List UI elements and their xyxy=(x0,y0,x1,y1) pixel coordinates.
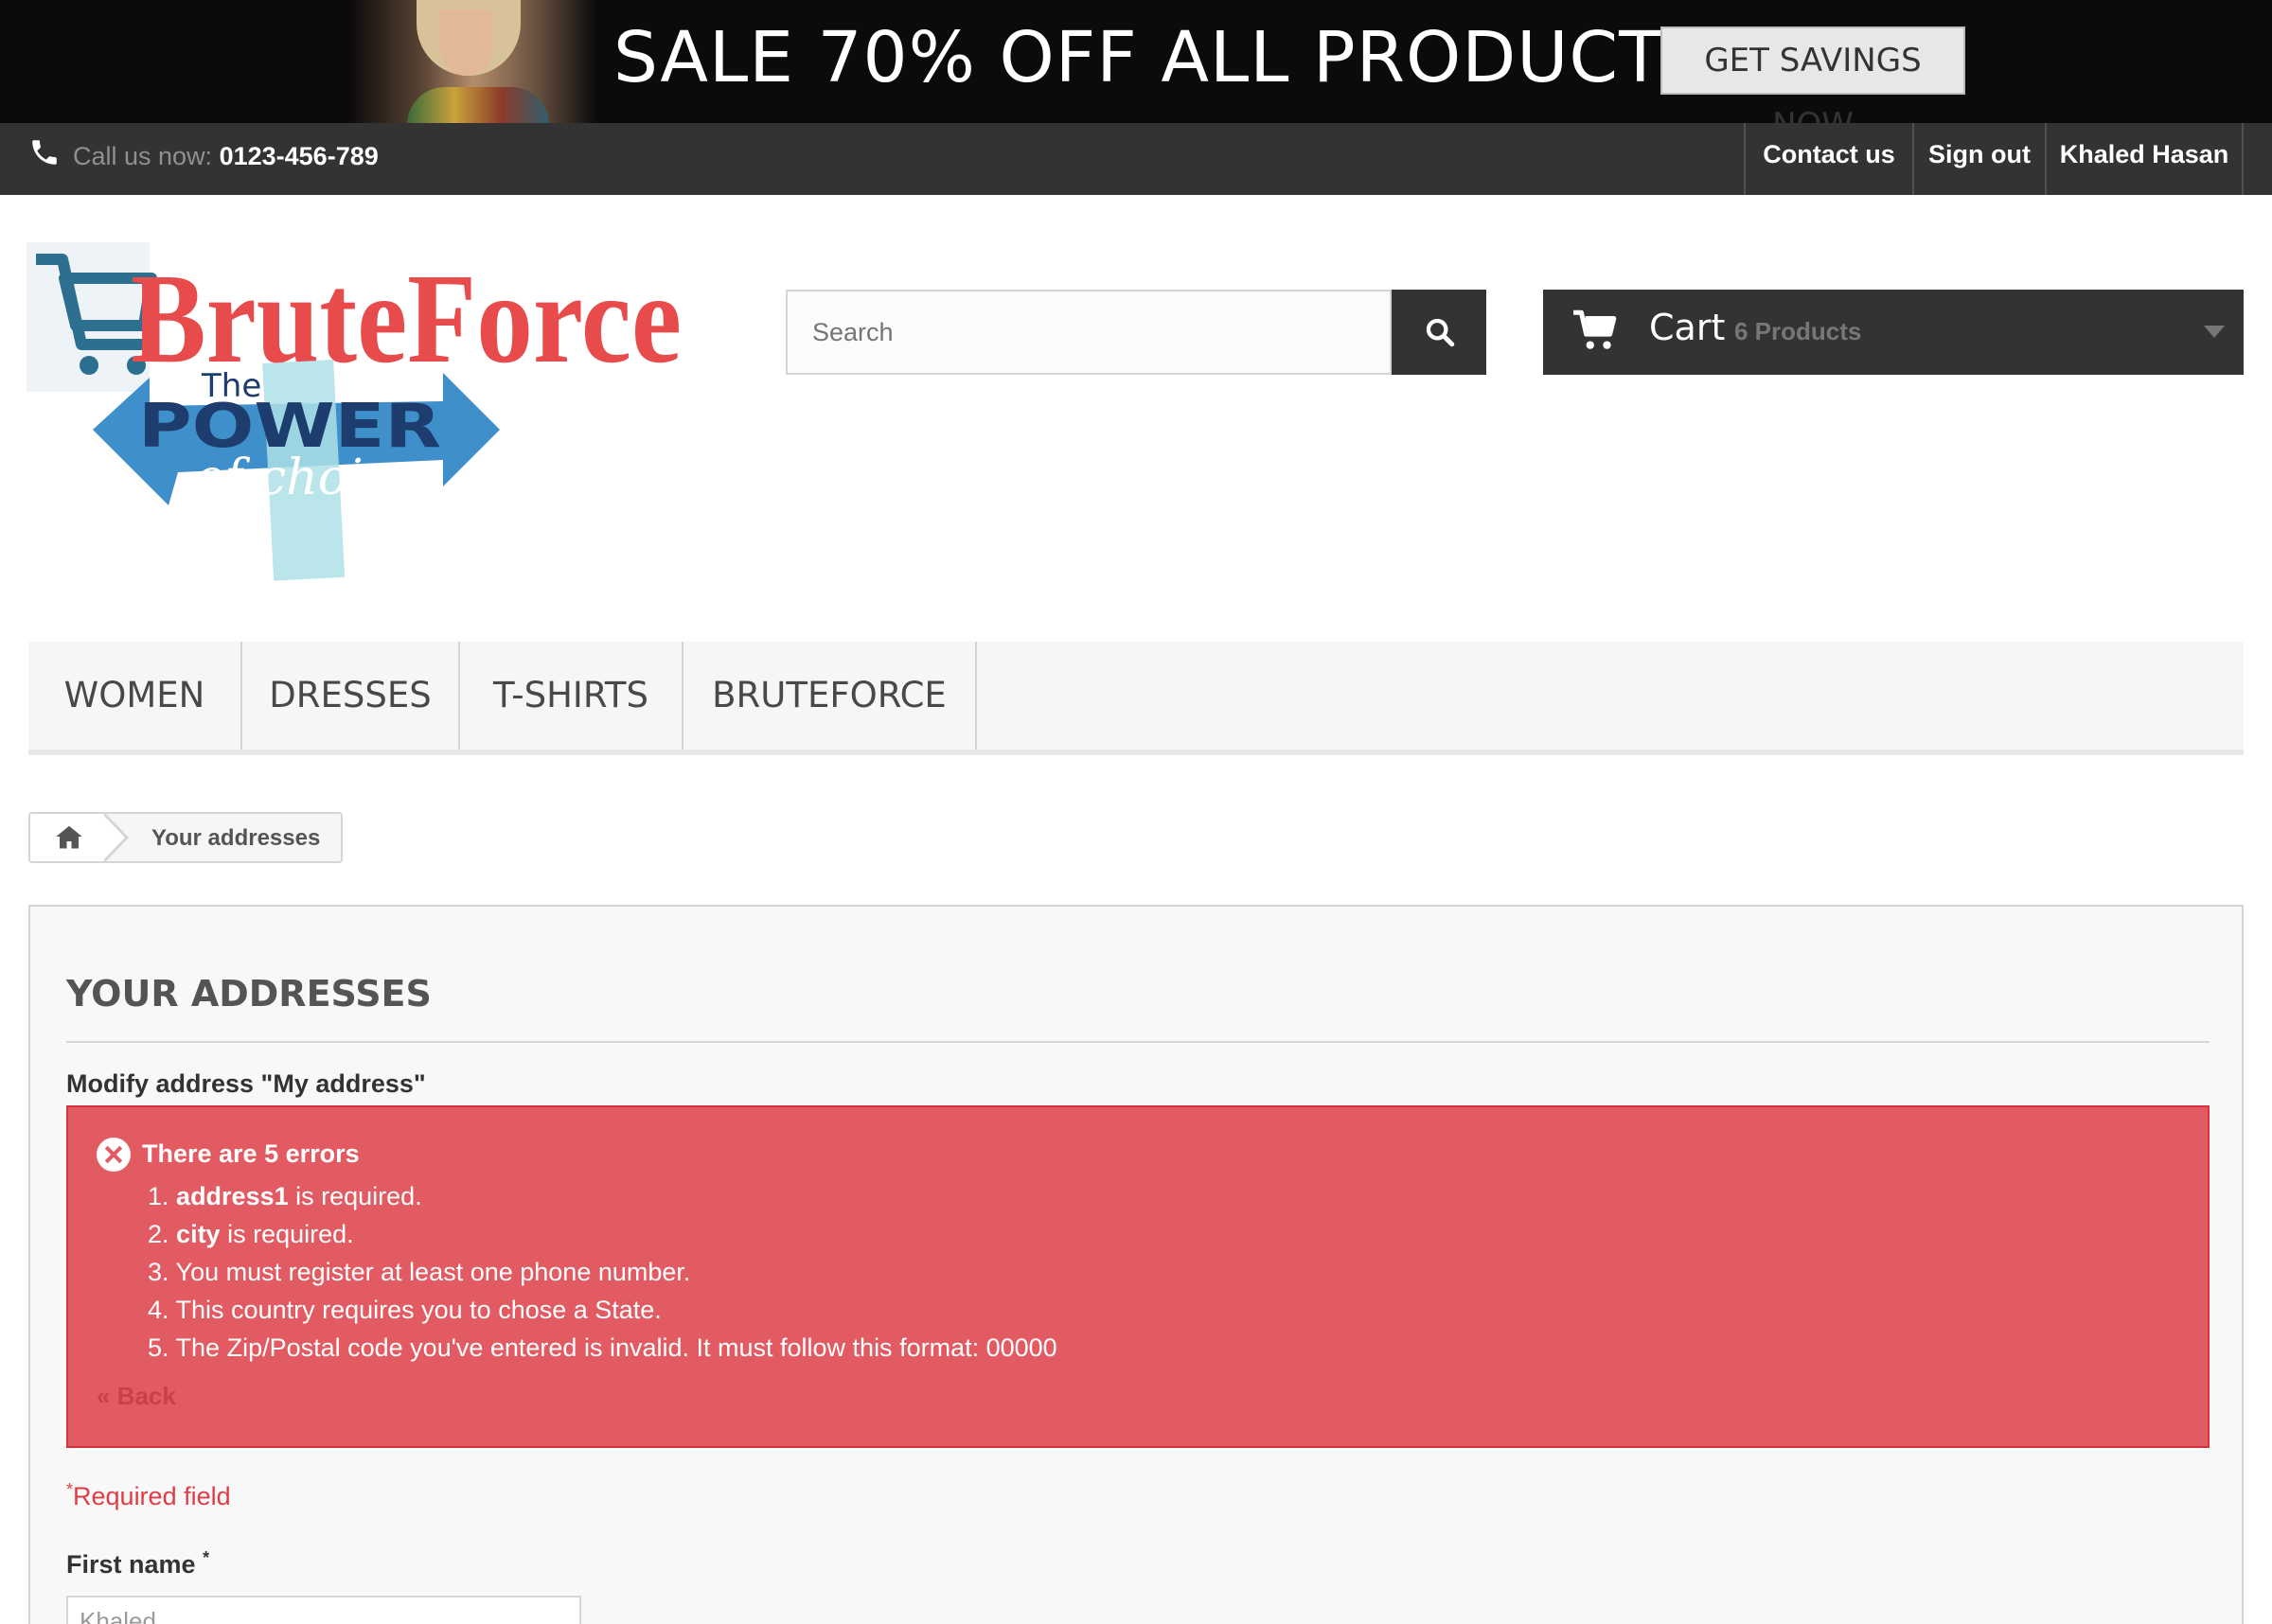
error-circle-icon xyxy=(97,1138,131,1172)
title-divider xyxy=(66,1041,2210,1043)
required-field-note: *Required field xyxy=(66,1480,231,1510)
phone-icon xyxy=(32,140,57,165)
cart-label: Cart xyxy=(1649,307,1726,348)
search-icon xyxy=(1426,318,1455,347)
first-name-label: First name * xyxy=(66,1548,210,1579)
back-link[interactable]: « Back xyxy=(97,1382,176,1411)
sign-out-link[interactable]: Sign out xyxy=(1912,123,2045,195)
first-name-input[interactable]: Khaled xyxy=(66,1596,581,1624)
main-menu: WOMEN DRESSES T-SHIRTS BRUTEFORCE xyxy=(28,642,2244,755)
logo-tagline-choice: of choice xyxy=(195,450,420,506)
banner-title: SALE 70% OFF ALL PRODUCTS xyxy=(613,17,1709,98)
menu-item-bruteforce[interactable]: BRUTEFORCE xyxy=(683,642,977,750)
breadcrumb-current: Your addresses xyxy=(151,825,321,851)
error-item: 3. You must register at least one phone … xyxy=(148,1258,691,1286)
chevron-down-icon[interactable] xyxy=(2204,326,2225,338)
promo-banner[interactable]: SALE 70% OFF ALL PRODUCTS GET SAVINGS NO… xyxy=(0,0,2272,123)
search-input[interactable] xyxy=(786,290,1392,375)
error-heading: There are 5 errors xyxy=(142,1139,360,1168)
error-item: 4. This country requires you to chose a … xyxy=(148,1296,662,1324)
error-item: 1. address1 is required. xyxy=(148,1182,422,1210)
breadcrumb-home[interactable] xyxy=(30,814,106,861)
error-item: 5. The Zip/Postal code you've entered is… xyxy=(148,1333,1057,1362)
modify-address-heading: Modify address "My address" xyxy=(66,1069,426,1098)
menu-item-dresses[interactable]: DRESSES xyxy=(242,642,460,750)
call-us-text: Call us now: 0123-456-789 xyxy=(73,142,379,171)
breadcrumb: Your addresses xyxy=(28,812,343,863)
banner-model-image xyxy=(350,0,596,123)
error-item: 2. city is required. xyxy=(148,1220,354,1248)
cart-summary[interactable]: Cart 6 Products xyxy=(1543,290,2244,375)
home-icon xyxy=(56,825,82,849)
error-alert: There are 5 errors 1. address1 is requir… xyxy=(66,1105,2210,1448)
cart-count: 6 Products xyxy=(1734,317,1862,345)
main-content: YOUR ADDRESSES Modify address "My addres… xyxy=(28,905,2244,1624)
shopping-cart-icon xyxy=(1573,309,1617,349)
get-savings-button[interactable]: GET SAVINGS NOW xyxy=(1660,26,1965,123)
contact-us-link[interactable]: Contact us xyxy=(1744,123,1912,195)
search-button[interactable] xyxy=(1392,290,1486,375)
error-list: 1. address1 is required. 2. city is requ… xyxy=(148,1177,1057,1367)
menu-item-tshirts[interactable]: T-SHIRTS xyxy=(460,642,683,750)
page-title: YOUR ADDRESSES xyxy=(66,973,432,1015)
site-logo[interactable]: BruteForce The POWER of choice xyxy=(27,240,689,581)
phone-number: 0123-456-789 xyxy=(219,142,379,170)
menu-item-women[interactable]: WOMEN xyxy=(28,642,242,750)
call-us-label: Call us now: xyxy=(73,142,213,170)
account-link[interactable]: Khaled Hasan xyxy=(2045,123,2244,195)
